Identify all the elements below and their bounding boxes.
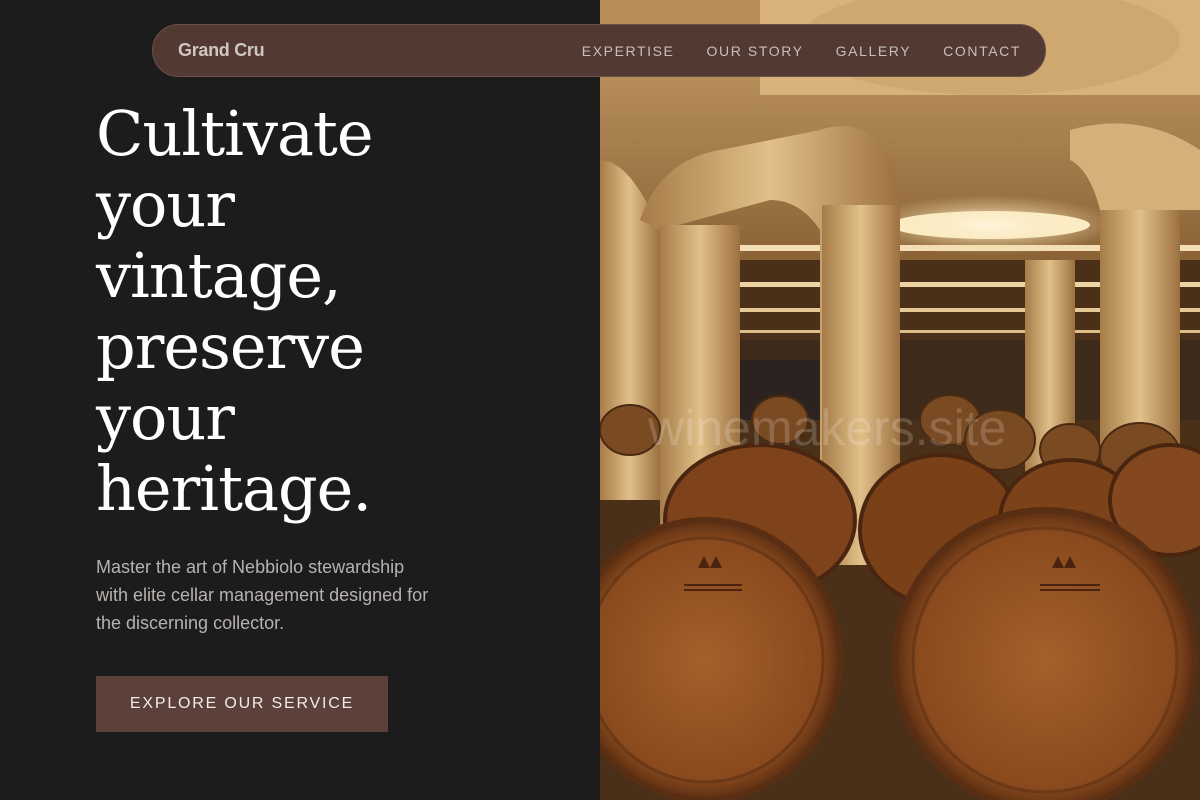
subtitle-line: the discerning collector.: [96, 613, 285, 633]
headline-line: Cultivate: [96, 97, 374, 170]
hero-headline: Cultivate your vintage, preserve your he…: [96, 98, 576, 524]
subtitle-line: Master the art of Nebbiolo stewardship: [96, 557, 405, 577]
nav-link-contact[interactable]: CONTACT: [943, 43, 1021, 59]
hero-left-panel: Cultivate your vintage, preserve your he…: [0, 0, 600, 800]
hero-subtitle: Master the art of Nebbiolo stewardship w…: [96, 553, 516, 637]
subtitle-line: with elite cellar management designed fo…: [96, 585, 429, 605]
headline-line: your: [96, 168, 235, 241]
headline-line: vintage,: [96, 239, 342, 312]
headline-line: preserve: [96, 310, 365, 383]
headline-line: heritage.: [96, 452, 372, 525]
watermark-text: winemakers.site: [647, 400, 1006, 456]
nav-link-expertise[interactable]: EXPERTISE: [582, 43, 675, 59]
nav-link-gallery[interactable]: GALLERY: [836, 43, 912, 59]
nav-links: EXPERTISE OUR STORY GALLERY CONTACT: [582, 43, 1021, 59]
nav-link-our-story[interactable]: OUR STORY: [707, 43, 804, 59]
brand-logo[interactable]: Grand Cru: [178, 40, 265, 61]
headline-line: your: [96, 381, 235, 454]
wine-cellar-illustration: winemakers.site: [600, 0, 1200, 800]
top-navigation: Grand Cru EXPERTISE OUR STORY GALLERY CO…: [152, 24, 1046, 77]
cellar-photo: winemakers.site: [600, 0, 1200, 800]
explore-service-button[interactable]: EXPLORE OUR SERVICE: [96, 676, 388, 732]
